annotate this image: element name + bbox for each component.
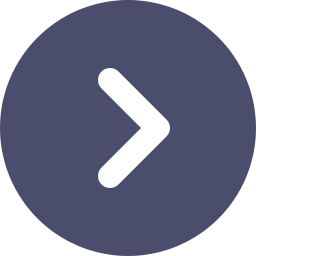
- stage: [0, 0, 256, 256]
- next-button[interactable]: [0, 0, 256, 256]
